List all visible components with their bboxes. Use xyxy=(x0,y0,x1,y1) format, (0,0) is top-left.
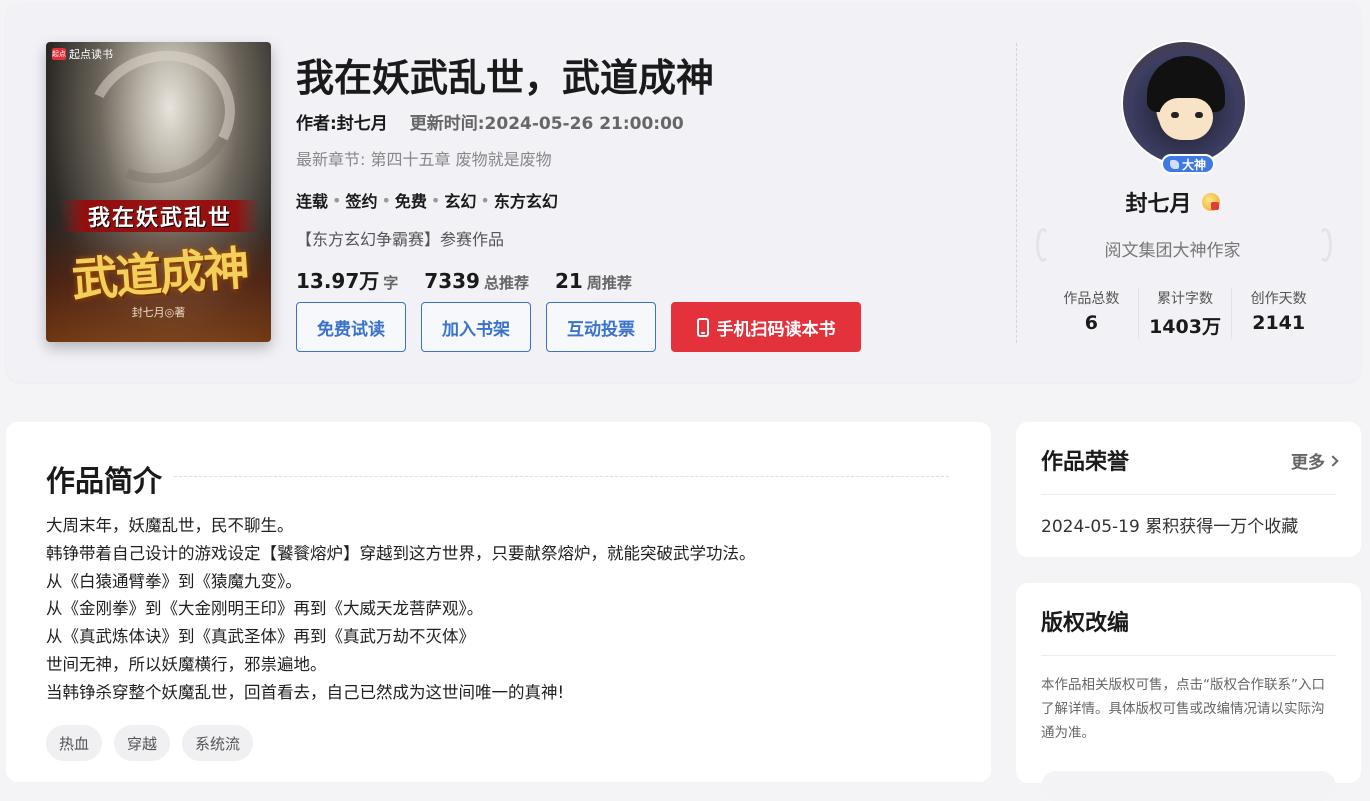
scan-read-label: 手机扫码读本书 xyxy=(716,319,836,340)
cover-author-mark: 封七月◎著 xyxy=(131,306,186,319)
tag-separator: • xyxy=(381,190,391,210)
intro-tags: 热血 穿越 系统流 xyxy=(46,725,254,761)
book-meta: 作者:封七月 更新时间:2024-05-26 21:00:00 xyxy=(296,109,684,134)
author-link[interactable]: 作者:封七月 xyxy=(296,114,388,134)
honor-item: 2024-05-19 累积获得一万个收藏 xyxy=(1041,517,1299,537)
add-shelf-button[interactable]: 加入书架 xyxy=(421,302,531,352)
stat-label: 累计字数 xyxy=(1157,291,1213,307)
copyright-card: 版权改编 本作品相关版权可售，点击“版权合作联系”入口了解详情。具体版权可售或改… xyxy=(1016,583,1361,801)
cover-brand: 起点 起点读书 xyxy=(52,46,113,62)
tag-separator: • xyxy=(480,190,490,210)
honors-more-link[interactable]: 更多 xyxy=(1291,448,1339,473)
honors-title: 作品荣誉 xyxy=(1041,450,1130,475)
honors-card: 作品荣誉 更多 2024-05-19 累积获得一万个收藏 xyxy=(1016,422,1361,557)
dashen-badge-label: 大神 xyxy=(1181,157,1206,172)
cover-art-swirl xyxy=(68,42,254,204)
copyright-text: 本作品相关版权可售，点击“版权合作联系”入口了解详情。具体版权可售或改编情况请以… xyxy=(1041,677,1325,741)
contest-label[interactable]: 【东方玄幻争霸赛】参赛作品 xyxy=(296,226,504,250)
intro-paragraph: 当韩铮杀穿整个妖魔乱世，回首看去，自己已然成为这世间唯一的真神! xyxy=(46,682,565,702)
latest-chapter-link[interactable]: 最新章节: 第四十五章 废物就是废物 xyxy=(296,146,552,170)
author-stat-words: 累计字数 1403万 xyxy=(1137,288,1232,339)
copyright-divider xyxy=(1041,655,1336,656)
book-title: 我在妖武乱世，武道成神 xyxy=(296,56,715,100)
total-recommend-unit: 总推荐 xyxy=(483,274,529,292)
author-title: 阅文集团大神作家 xyxy=(1104,241,1241,261)
intro-tag[interactable]: 系统流 xyxy=(182,725,254,761)
tag-separator: • xyxy=(430,190,441,210)
intro-text: 大周末年，妖魔乱世，民不聊生。 韩铮带着自己设计的游戏设定【饕餮熔炉】穿越到这方… xyxy=(46,512,966,707)
intro-title: 作品简介 xyxy=(46,464,163,498)
book-tags: 连载 • 签约 • 免费 • 玄幻 • 东方玄幻 xyxy=(296,188,558,212)
vote-button[interactable]: 互动投票 xyxy=(546,302,656,352)
tag-separator: • xyxy=(332,190,342,210)
intro-tag[interactable]: 穿越 xyxy=(114,725,171,761)
free-read-button[interactable]: 免费试读 xyxy=(296,302,406,352)
avatar-eye xyxy=(1195,112,1203,118)
chevron-right-icon xyxy=(1327,454,1339,467)
laurel-right-icon xyxy=(1318,228,1332,262)
stat-value: 6 xyxy=(1084,312,1098,334)
author-name-row: 封七月 xyxy=(1000,186,1345,218)
copyright-title: 版权改编 xyxy=(1041,611,1130,636)
tag-status: 连载 xyxy=(296,192,329,211)
update-time: 更新时间:2024-05-26 21:00:00 xyxy=(409,114,684,134)
stat-label: 作品总数 xyxy=(1063,291,1120,307)
total-recommend-value: 7339 xyxy=(424,269,480,293)
author-stats: 作品总数 6 累计字数 1403万 创作天数 2141 xyxy=(1045,288,1325,339)
intro-paragraph: 世间无神，所以妖魔横行，邪祟遍地。 xyxy=(46,654,327,674)
more-label: 更多 xyxy=(1291,453,1325,473)
tag-subcategory[interactable]: 东方玄幻 xyxy=(494,188,558,212)
intro-paragraph: 从《金刚拳》到《大金刚明王印》再到《大威天龙菩萨观》。 xyxy=(46,599,484,619)
intro-tag[interactable]: 热血 xyxy=(46,725,103,761)
avatar-eye xyxy=(1171,112,1179,118)
dashen-badge: 大神 xyxy=(1161,154,1215,174)
title-divider xyxy=(174,476,949,477)
avatar-face xyxy=(1159,98,1213,140)
stat-value: 1403万 xyxy=(1149,316,1221,338)
honors-divider xyxy=(1041,494,1336,495)
cover-brand-text: 起点读书 xyxy=(69,48,113,61)
cover-title-line1: 我在妖武乱世 xyxy=(60,200,260,232)
tag-contract: 签约 xyxy=(345,192,378,211)
word-count-unit: 字 xyxy=(383,274,399,292)
book-cover[interactable]: 起点 起点读书 我在妖武乱世 武道成神 封七月◎著 xyxy=(46,42,271,342)
medal-icon xyxy=(1201,193,1220,211)
author-stat-works: 作品总数 6 xyxy=(1045,288,1138,339)
book-stats: 13.97万 字 7339 总推荐 21 周推荐 xyxy=(296,265,658,294)
stat-label: 创作天数 xyxy=(1250,291,1307,307)
phone-icon xyxy=(696,317,709,337)
weekly-recommend-value: 21 xyxy=(554,269,583,293)
intro-paragraph: 从《白猿通臂拳》到《猿魔九变》。 xyxy=(46,571,302,591)
intro-card: 作品简介 大周末年，妖魔乱世，民不聊生。 韩铮带着自己设计的游戏设定【饕餮熔炉】… xyxy=(6,422,991,782)
pen-icon xyxy=(1169,159,1179,169)
word-count-value: 13.97万 xyxy=(296,269,380,293)
author-stat-days: 创作天数 2141 xyxy=(1231,288,1325,339)
scan-read-button[interactable]: 手机扫码读本书 xyxy=(671,302,861,352)
intro-paragraph: 从《真武炼体诀》到《真武圣体》再到《真武万劫不灭体》 xyxy=(46,627,475,647)
intro-paragraph: 大周末年，妖魔乱世，民不聊生。 xyxy=(46,516,294,535)
avatar[interactable] xyxy=(1121,40,1247,166)
intro-paragraph: 韩铮带着自己设计的游戏设定【饕餮熔炉】穿越到这方世界，只要献祭熔炉，就能突破武学… xyxy=(46,543,756,563)
qidian-logo-icon: 起点 xyxy=(52,48,66,60)
weekly-recommend-unit: 周推荐 xyxy=(586,274,632,292)
author-avatar-wrap[interactable]: 大神 xyxy=(1121,40,1247,174)
tag-free: 免费 xyxy=(394,192,427,211)
tag-category[interactable]: 玄幻 xyxy=(444,188,476,212)
action-buttons: 免费试读 加入书架 互动投票 手机扫码读本书 xyxy=(296,302,861,352)
stat-value: 2141 xyxy=(1252,312,1306,334)
author-name[interactable]: 封七月 xyxy=(1125,186,1191,218)
